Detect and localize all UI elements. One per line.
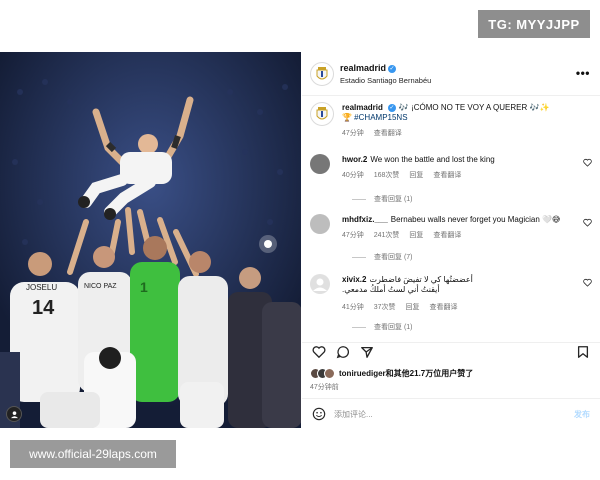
- more-horizontal-icon[interactable]: •••: [576, 66, 590, 80]
- replies-divider: [352, 326, 366, 328]
- heart-icon[interactable]: [583, 158, 592, 167]
- comment-text: hwor.2 We won the battle and lost the kin…: [342, 155, 495, 164]
- real-madrid-crest-icon: [316, 67, 328, 80]
- comment-time: 47分钟: [342, 232, 364, 239]
- comment-item: mhdfxiz.___ Bernabeu walls never forget y…: [310, 214, 594, 270]
- comment-meta: 41分钟 37次赞 回复 查看翻译: [342, 302, 465, 312]
- post-header: realmadrid ✓ Estadio Santiago Bernabéu ••…: [302, 52, 600, 96]
- svg-text:1: 1: [140, 279, 148, 295]
- comment-avatar[interactable]: [310, 274, 330, 294]
- post-side-panel: realmadrid ✓ Estadio Santiago Bernabéu ••…: [302, 52, 600, 428]
- caption-translate-link[interactable]: 查看翻译: [374, 130, 402, 137]
- post-timestamp: 47分钟前: [310, 384, 339, 391]
- comment-text: xivix.2 أعضضتُها كي لا تفيضَ فاضطرت أيقنت…: [342, 275, 473, 294]
- tagged-user-icon[interactable]: [6, 406, 22, 422]
- heart-icon[interactable]: [583, 278, 592, 287]
- celebration-photo: JOSELU 14 NICO PAZ 1: [0, 52, 301, 428]
- comment-avatar[interactable]: [310, 154, 330, 174]
- view-replies[interactable]: 查看回复 (1): [352, 322, 413, 332]
- caption-avatar[interactable]: [310, 102, 334, 126]
- header-username[interactable]: realmadrid ✓: [340, 63, 397, 73]
- likes-summary[interactable]: toniruediger和其他21.7万位用户赞了: [310, 368, 473, 379]
- comment-likes[interactable]: 241次赞: [374, 232, 400, 239]
- comment-meta: 47分钟 241次赞 回复 查看翻译: [342, 230, 469, 240]
- svg-text:NICO PAZ: NICO PAZ: [84, 283, 117, 290]
- view-replies[interactable]: 查看回复 (1): [352, 194, 413, 204]
- comment-meta: 40分钟 168次赞 回复 查看翻译: [342, 170, 469, 180]
- comment-input[interactable]: 添加评论...: [334, 409, 373, 420]
- comment-time: 41分钟: [342, 304, 364, 311]
- comment-reply-link[interactable]: 回复: [406, 304, 420, 311]
- comment-username[interactable]: mhdfxiz.___: [342, 215, 388, 224]
- default-avatar-icon: [313, 278, 327, 291]
- liker-avatar: [324, 368, 335, 379]
- svg-text:JOSELU: JOSELU: [26, 283, 57, 292]
- instagram-post: JOSELU 14 NICO PAZ 1 realmadrid ✓ Estadi…: [0, 52, 600, 428]
- caption: realmadrid ✓ 🎶 ¡CÓMO NO TE VOY A QUERER 🎶✨…: [310, 102, 594, 142]
- real-madrid-crest-icon: [316, 107, 328, 120]
- comment-translate-link[interactable]: 查看翻译: [429, 304, 457, 311]
- add-comment-bar: 添加评论... 发布: [302, 398, 600, 428]
- post-actions: [302, 342, 600, 364]
- post-comment-button[interactable]: 发布: [574, 409, 590, 420]
- replies-divider: [352, 256, 366, 258]
- comment-likes[interactable]: 37次赞: [374, 304, 396, 311]
- realmadrid-avatar[interactable]: [310, 62, 334, 86]
- caption-username[interactable]: realmadrid: [342, 103, 383, 112]
- comment-translate-link[interactable]: 查看翻译: [433, 232, 461, 239]
- caption-hashtag[interactable]: 🏆 #CHAMP15NS: [342, 113, 408, 122]
- bookmark-icon[interactable]: [576, 345, 590, 359]
- comment-bubble-icon[interactable]: [336, 345, 350, 359]
- caption-text: realmadrid ✓ 🎶 ¡CÓMO NO TE VOY A QUERER 🎶✨…: [342, 103, 578, 123]
- verified-badge-icon: ✓: [388, 65, 397, 73]
- comment-time: 40分钟: [342, 172, 364, 179]
- comment-reply-link[interactable]: 回复: [409, 172, 423, 179]
- comment-username[interactable]: hwor.2: [342, 155, 367, 164]
- caption-time: 47分钟: [342, 130, 364, 137]
- comment-text: mhdfxiz.___ Bernabeu walls never forget y…: [342, 215, 561, 224]
- like-heart-icon[interactable]: [312, 345, 326, 359]
- replies-divider: [352, 198, 366, 200]
- comment-username[interactable]: xivix.2: [342, 275, 366, 284]
- comment-reply-link[interactable]: 回复: [409, 232, 423, 239]
- caption-meta: 47分钟 查看翻译: [342, 128, 410, 138]
- comment-item: hwor.2 We won the battle and lost the kin…: [310, 154, 594, 210]
- location-label[interactable]: Estadio Santiago Bernabéu: [340, 76, 431, 85]
- comment-avatar[interactable]: [310, 214, 330, 234]
- website-watermark: www.official-29laps.com: [10, 440, 176, 468]
- svg-text:14: 14: [32, 297, 55, 319]
- post-photo[interactable]: JOSELU 14 NICO PAZ 1: [0, 52, 301, 428]
- heart-icon[interactable]: [583, 218, 592, 227]
- comment-translate-link[interactable]: 查看翻译: [433, 172, 461, 179]
- caption-body: 🎶 ¡CÓMO NO TE VOY A QUERER 🎶✨: [398, 103, 550, 112]
- view-replies[interactable]: 查看回复 (7): [352, 252, 413, 262]
- likes-text: toniruediger和其他21.7万位用户赞了: [339, 369, 474, 378]
- comment-item: xivix.2 أعضضتُها كي لا تفيضَ فاضطرت أيقنت…: [310, 274, 594, 334]
- comment-likes[interactable]: 168次赞: [374, 172, 400, 179]
- share-send-icon[interactable]: [360, 345, 374, 359]
- emoji-icon[interactable]: [312, 407, 326, 421]
- telegram-watermark: TG: MYYJJPP: [478, 10, 590, 38]
- verified-badge-icon: ✓: [387, 104, 396, 112]
